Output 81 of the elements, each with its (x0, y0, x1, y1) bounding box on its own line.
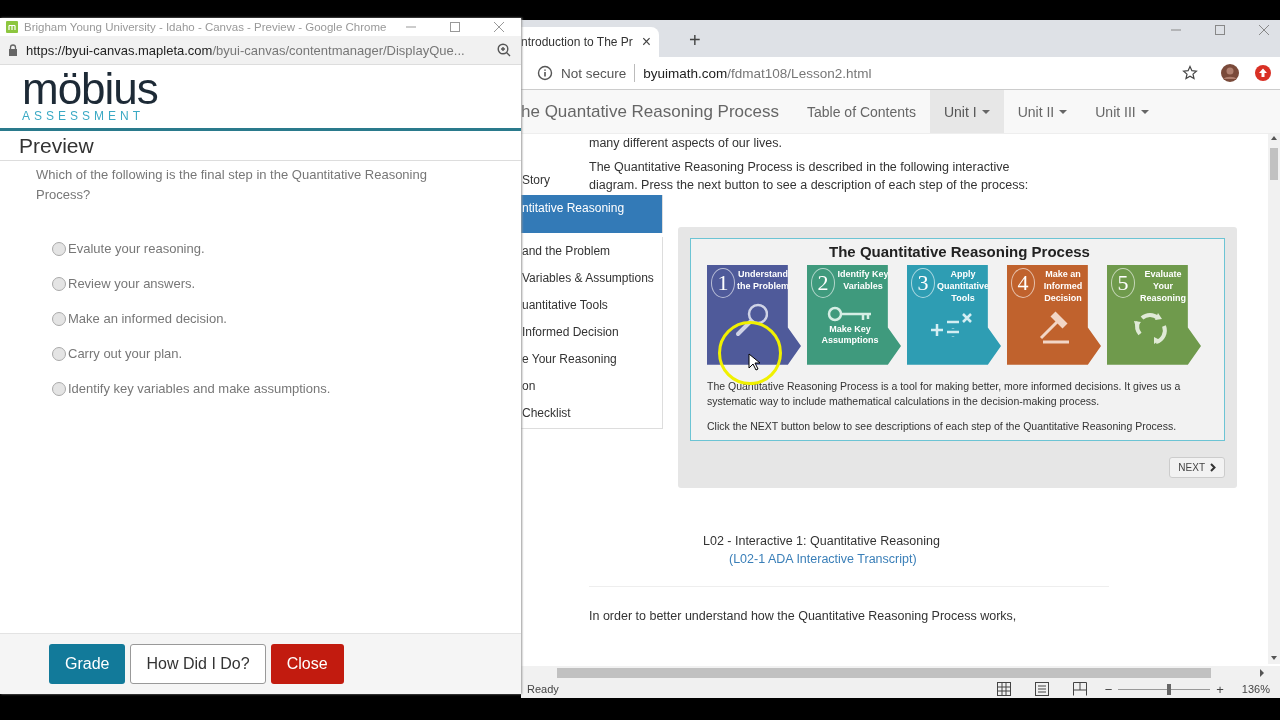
how-did-i-do-button[interactable]: How Did I Do? (130, 644, 266, 684)
radio-button[interactable] (52, 381, 66, 396)
option-label[interactable]: Identify key variables and make assumptions. (68, 381, 331, 396)
option-label[interactable]: Evalute your reasoning. (68, 241, 205, 256)
radio-button[interactable] (52, 346, 66, 361)
radio-button[interactable] (52, 241, 66, 256)
update-icon[interactable] (1254, 64, 1272, 82)
mouse-pointer-icon (748, 353, 760, 371)
step-label: Identify Key Variables (837, 268, 889, 292)
close-button[interactable]: Close (270, 644, 344, 684)
logo-wordmark: möbius (22, 69, 158, 109)
sidebar-item[interactable]: Informed Decision (521, 318, 663, 345)
step-number: 3 (911, 268, 935, 298)
maximize-icon[interactable] (1214, 24, 1226, 36)
paragraph-text: The Quantitative Reasoning Process is described in the following interactive diagram. Press the next button to see a description of each step of the process: (589, 159, 1030, 194)
page-break-icon[interactable] (1072, 682, 1087, 696)
step-label: Evaluate Your Reasoning (1139, 268, 1187, 304)
lock-icon (8, 44, 18, 56)
star-icon[interactable] (1182, 65, 1198, 81)
paragraph-text: many different aspects of our lives. (589, 135, 783, 152)
url-text: https://byui-canvas.mapleta.com/byui-canvas/contentmanager/DisplayQue... (26, 42, 466, 58)
slide-instruction: Click the NEXT button below to see descriptions of each step of the Quantitative Reasoning Process. (707, 419, 1178, 434)
browser-tab[interactable]: ntroduction to The Pr × (521, 27, 659, 57)
sidebar-item[interactable]: on (521, 372, 663, 399)
logo-tagline: ASSESSMENT (22, 109, 145, 123)
info-icon (537, 65, 553, 81)
question-text: Which of the following is the final step in the Quantitative Reasoning Process? (36, 166, 428, 204)
page-heading: Preview (0, 131, 521, 161)
tab-title: ntroduction to The Pr (521, 35, 633, 49)
status-text: Ready (527, 683, 559, 695)
zoom-in-button[interactable]: + (1210, 681, 1230, 697)
caption-text: L02 - Interactive 1: Quantitative Reasoning (703, 534, 940, 548)
site-title[interactable]: he Quantative Reasoning Process (521, 101, 779, 122)
step-label: Apply Quantitative Tools (937, 268, 989, 304)
sidebar-item[interactable]: e Your Reasoning (521, 345, 663, 372)
option-label[interactable]: Carry out your plan. (68, 346, 183, 361)
app-icon (6, 21, 18, 33)
slide-description: The Quantitative Reasoning Process is a tool for making better, more informed decisions. It gives us a systematic way to include mathematical calculations in the decision-making process. (707, 379, 1182, 409)
nav-menu-item[interactable]: Unit II (1003, 90, 1082, 133)
nav-menu-item[interactable]: Unit III (1081, 90, 1163, 133)
step-label: Understand the Problem (737, 268, 789, 292)
next-button[interactable]: NEXT (1169, 457, 1225, 478)
nav-menu-item[interactable]: Table of Contents (793, 90, 930, 133)
address-bar[interactable]: Not secure byuimath.com/fdmat108/Lesson2.html (521, 64, 1206, 82)
sidebar-item[interactable]: ntitative Reasoning (521, 195, 663, 233)
option-label[interactable]: Make an informed decision. (68, 311, 227, 326)
maximize-icon[interactable] (449, 21, 461, 33)
close-icon[interactable] (1258, 24, 1270, 36)
sidebar-item[interactable]: uantitative Tools (521, 291, 663, 318)
url-text: byuimath.com/fdmat108/Lesson2.html (643, 65, 872, 81)
tab-close-button[interactable]: × (641, 33, 651, 51)
step-label: Make an Informed Decision (1042, 268, 1084, 304)
window-title: Brigham Young University - Idaho - Canvas - Preview - Google Chrome (24, 21, 387, 33)
chevron-right-icon (1210, 463, 1216, 472)
nav-menu-item[interactable]: Unit I (929, 90, 1004, 133)
step-number: 4 (1011, 268, 1035, 298)
sidebar-item[interactable]: and the Problem (521, 237, 663, 264)
step-number: 5 (1111, 268, 1135, 298)
zoom-out-button[interactable]: − (1098, 681, 1119, 697)
paragraph-text: In order to better understand how the Quantitative Reasoning Process works, (589, 608, 1018, 625)
step-subtitle: Make Key Assumptions (820, 324, 880, 346)
zoom-percent: 136% (1241, 683, 1270, 695)
grid-view-icon[interactable] (996, 682, 1011, 696)
slider-thumb[interactable] (1166, 683, 1171, 695)
avatar-icon[interactable] (1220, 63, 1240, 83)
option-label[interactable]: Review your answers. (68, 276, 196, 291)
page-layout-icon[interactable] (1034, 682, 1049, 696)
sidebar-item[interactable]: Story (521, 166, 550, 193)
close-icon[interactable] (493, 21, 505, 33)
slide-title: The Quantitative Reasoning Process (828, 243, 1091, 260)
step-number: 1 (711, 268, 735, 298)
new-tab-button[interactable]: + (689, 28, 701, 52)
grade-button[interactable]: Grade (49, 644, 126, 684)
transcript-link[interactable]: (L02-1 ADA Interactive Transcript) (729, 552, 917, 566)
step-number: 2 (811, 268, 835, 298)
sidebar-item[interactable]: Variables & Assumptions (521, 264, 663, 291)
sidebar-item[interactable]: Checklist (521, 399, 663, 429)
zoom-in-icon[interactable] (497, 43, 511, 57)
radio-button[interactable] (52, 276, 66, 291)
security-label: Not secure (561, 65, 627, 81)
radio-button[interactable] (52, 311, 66, 326)
